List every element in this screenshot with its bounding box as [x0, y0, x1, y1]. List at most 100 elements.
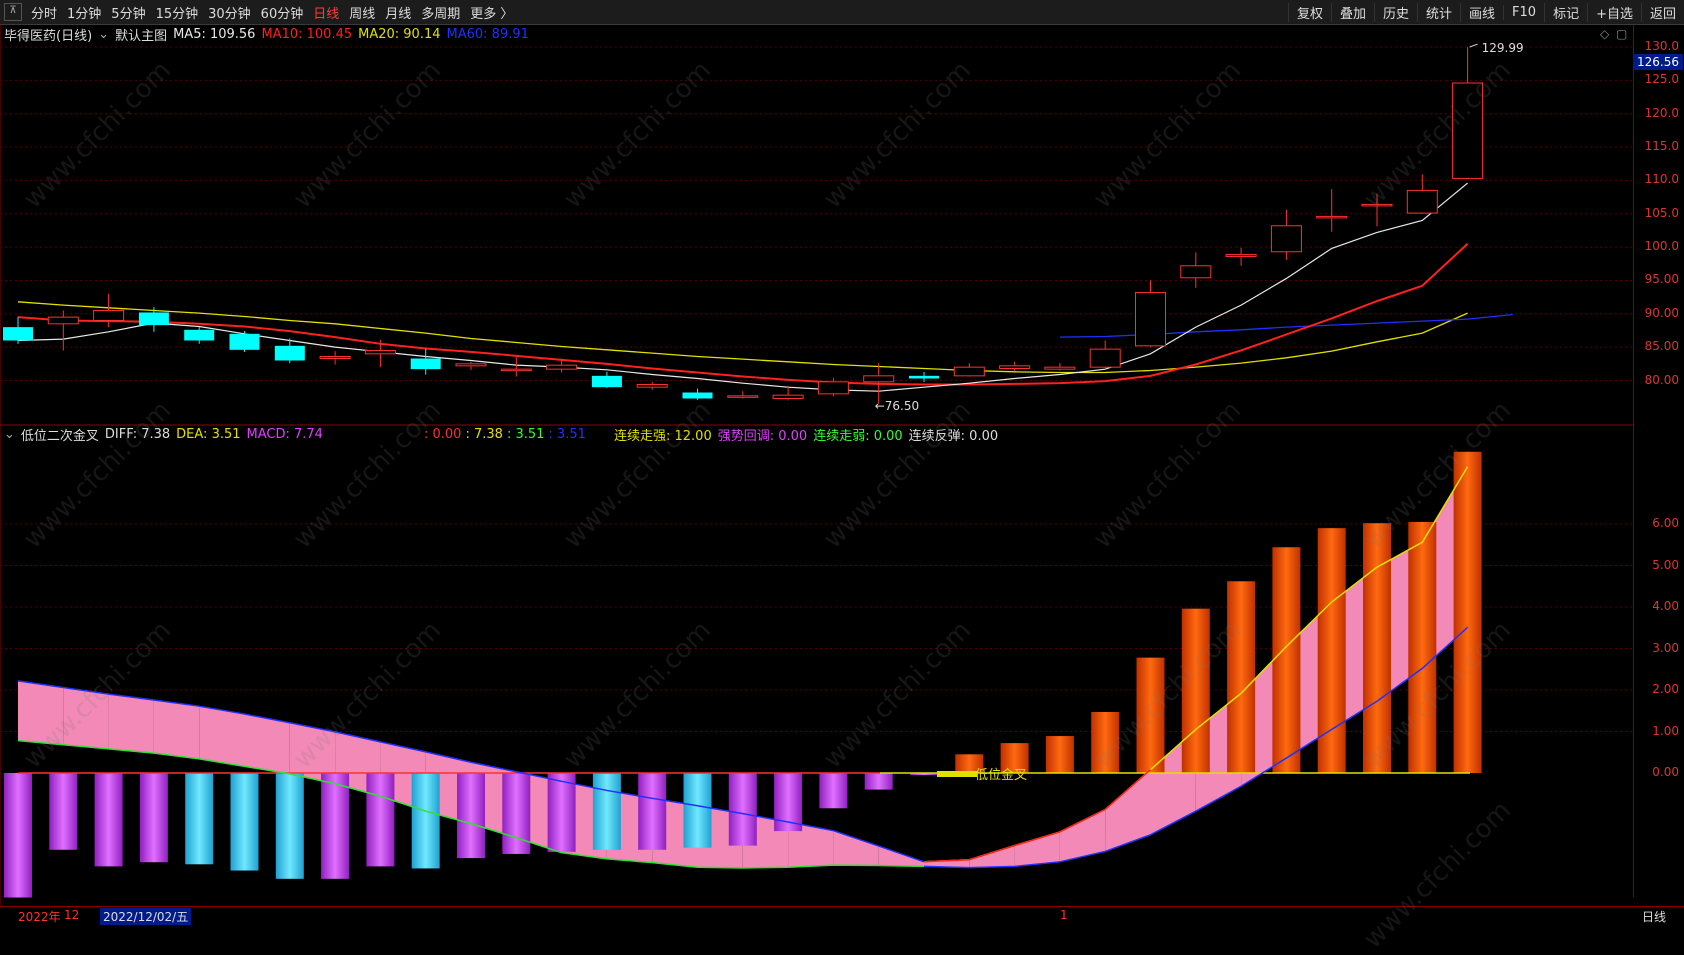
macd-bar	[547, 773, 576, 852]
macd-fill	[153, 699, 200, 759]
ma5-line	[17, 182, 1468, 392]
kline-chart[interactable]: 低位金叉 129.99 ←76.50	[0, 0, 1633, 906]
macd-bar	[275, 773, 304, 879]
period-label: 日线	[1642, 910, 1667, 924]
macd-fill	[833, 830, 879, 866]
macd-bar	[1181, 608, 1210, 773]
macd-fill	[199, 706, 245, 767]
date-cursor: 2022/12/02/五	[100, 908, 192, 925]
price-tick: 95.00	[1644, 272, 1679, 287]
macd-fill	[63, 687, 109, 749]
price-tick: 120.0	[1644, 105, 1679, 120]
candle-down	[591, 375, 622, 388]
macd-bar	[230, 773, 259, 871]
price-tick: 115.0	[1644, 139, 1679, 154]
price-tick: 130.0	[1644, 39, 1679, 53]
macd-bar	[864, 773, 893, 790]
macd-bar	[819, 773, 848, 809]
candle-up	[1316, 215, 1348, 219]
macd-bar	[4, 773, 32, 898]
macd-bar	[139, 773, 168, 863]
macd-bar	[638, 773, 667, 850]
month-mark: 1	[1060, 908, 1068, 922]
macd-bar	[1091, 711, 1120, 773]
macd-tick: 1.00	[1652, 723, 1679, 738]
candle-up	[1089, 348, 1121, 368]
candle-up	[1361, 203, 1393, 207]
candle-up	[772, 394, 804, 400]
macd-fill	[1059, 809, 1106, 862]
candle-down	[909, 375, 939, 379]
macd-fill	[244, 714, 290, 774]
candle-up	[500, 368, 532, 372]
candle-down	[274, 345, 305, 361]
price-tick: 105.0	[1644, 205, 1679, 220]
macd-bar	[366, 773, 395, 867]
candle-up	[636, 384, 668, 388]
price-tick: 110.0	[1644, 172, 1679, 187]
price-tick: 80.00	[1644, 372, 1679, 387]
price-axis[interactable]: 130.0 125.0 120.0 115.0 110.0 105.0 100.0 95.00…	[1633, 25, 1684, 897]
macd-fill	[108, 694, 154, 754]
gold-cross-label: 低位金叉	[975, 767, 1027, 783]
macd-bar	[411, 773, 440, 869]
year-label: 2022年	[18, 910, 61, 924]
candle-up	[863, 375, 895, 383]
candle-up	[47, 316, 79, 325]
time-axis[interactable]: 2022年 12 2022/12/02/五 1 日线	[0, 906, 1684, 925]
current-price-box: 126.56	[1633, 54, 1683, 70]
candle-up	[817, 381, 849, 395]
price-tick: 125.0	[1644, 72, 1679, 87]
candle-down	[138, 312, 169, 326]
high-label: 129.99	[1482, 41, 1524, 55]
candle-down	[410, 358, 441, 370]
candle-up	[455, 363, 487, 367]
macd-bar	[1408, 521, 1437, 773]
candle-up	[1452, 82, 1484, 179]
candle-up	[1135, 291, 1166, 347]
macd-tick: 0.00	[1652, 765, 1679, 779]
macd-bar	[1453, 451, 1482, 773]
macd-tick: 5.00	[1652, 557, 1679, 572]
candle-up	[1225, 253, 1257, 257]
price-tick: 85.00	[1644, 339, 1679, 354]
candle-up	[1270, 225, 1302, 253]
low-label: ←76.50	[875, 399, 919, 413]
candle-up	[999, 365, 1031, 369]
candle-down	[3, 327, 33, 341]
candle-down	[229, 333, 260, 350]
macd-bar	[1045, 736, 1074, 773]
macd-bar	[49, 773, 78, 850]
macd-bar	[1272, 547, 1301, 773]
macd-bar	[1363, 523, 1391, 773]
macd-fill	[1014, 831, 1060, 867]
candle-up	[319, 355, 351, 359]
gold-cross-marker	[937, 771, 977, 777]
action-8[interactable]: 返回	[1640, 2, 1684, 22]
macd-bar	[592, 773, 621, 850]
macd-bar	[94, 773, 123, 867]
candle-down	[184, 329, 215, 341]
macd-fill	[969, 845, 1015, 868]
macd-bar	[185, 773, 214, 865]
price-tick: 100.0	[1644, 239, 1679, 254]
candle-up	[546, 364, 578, 370]
macd-bar	[457, 773, 485, 859]
macd-bar	[728, 773, 757, 846]
price-tick: 90.00	[1644, 305, 1679, 320]
macd-fill	[1105, 769, 1151, 852]
candle-up	[1406, 189, 1438, 214]
macd-bar	[683, 773, 712, 848]
macd-tick: 4.00	[1652, 599, 1679, 613]
candle-up	[364, 349, 396, 355]
macd-bar	[1136, 657, 1165, 773]
candle-up	[1044, 366, 1076, 370]
macd-bar	[502, 773, 531, 854]
macd-tick: 2.00	[1652, 682, 1679, 696]
macd-tick: 3.00	[1652, 640, 1679, 655]
macd-tick: 6.00	[1652, 516, 1679, 530]
candle-up	[93, 309, 125, 321]
macd-bar	[1227, 581, 1256, 773]
candle-up	[953, 366, 985, 377]
candle-up	[1180, 265, 1212, 279]
